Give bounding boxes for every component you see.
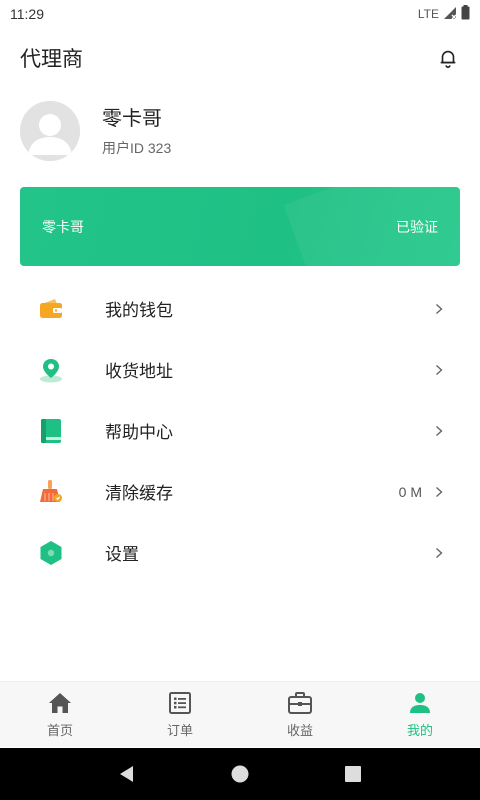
menu-item-help[interactable]: 帮助中心 [0,400,480,461]
person-icon [408,691,432,715]
user-id: 用户ID 323 [102,140,172,156]
profile-info: 零卡哥 用户ID 323 [102,104,171,158]
menu-label: 清除缓存 [105,484,173,504]
card-name: 零卡哥 [42,219,84,236]
avatar[interactable] [20,101,80,161]
status-time: 11:29 [10,6,44,22]
status-bar: 11:29 LTE [0,0,480,28]
profile-section[interactable]: 零卡哥 用户ID 323 [20,100,460,162]
menu-label: 收货地址 [105,362,173,382]
home-circle-icon[interactable] [228,762,252,786]
signal-icon [443,5,457,24]
settings-hexagon-icon [38,540,64,566]
nav-item-home[interactable]: 首页 [0,682,120,747]
agent-card[interactable]: 零卡哥 已验证 [20,187,460,266]
menu-item-address[interactable]: 收货地址 [0,339,480,400]
menu-item-settings[interactable]: 设置 [0,522,480,583]
page-title: 代理商 [20,47,83,71]
chevron-right-icon [434,424,444,438]
broom-icon [38,479,64,505]
wallet-icon [38,296,64,322]
list-icon [168,691,192,715]
nav-label: 我的 [406,723,433,739]
briefcase-icon [288,691,312,715]
chevron-right-icon [434,363,444,377]
menu-label: 帮助中心 [105,423,173,443]
recents-icon[interactable] [341,762,365,786]
nav-item-mine[interactable]: 我的 [360,682,480,747]
chevron-right-icon [434,546,444,560]
menu-item-wallet[interactable]: 我的钱包 [0,278,480,339]
menu-label: 我的钱包 [105,301,173,321]
book-icon [38,418,64,444]
battery-icon [461,4,470,24]
bell-icon[interactable] [434,44,462,72]
user-avatar-placeholder-icon [20,101,80,161]
location-pin-icon [38,357,64,383]
cache-size: 0 M [398,483,422,500]
status-icons: LTE [417,4,470,24]
back-icon[interactable] [115,762,139,786]
app-header: 代理商 [0,38,480,78]
system-nav-bar [0,748,480,800]
menu-list: 我的钱包 收货地址 帮助中心 清除缓存 0 M 设置 [0,278,480,583]
chevron-right-icon [434,302,444,316]
nav-label: 收益 [286,723,313,739]
chevron-right-icon [434,485,444,499]
bottom-nav: 首页 订单 收益 我的 [0,681,480,747]
home-icon [48,691,72,715]
menu-item-clear-cache[interactable]: 清除缓存 0 M [0,461,480,522]
nav-item-orders[interactable]: 订单 [120,682,240,747]
screen: 11:29 LTE 代理商 零卡哥 用户ID 323 零卡哥 已验证 我的钱包 … [0,0,480,800]
nav-item-earnings[interactable]: 收益 [240,682,360,747]
nav-label: 首页 [46,723,73,739]
menu-label: 设置 [105,545,139,565]
nav-label: 订单 [166,723,193,739]
user-name: 零卡哥 [102,106,162,130]
verified-status: 已验证 [396,219,438,236]
network-type: LTE [417,7,439,21]
